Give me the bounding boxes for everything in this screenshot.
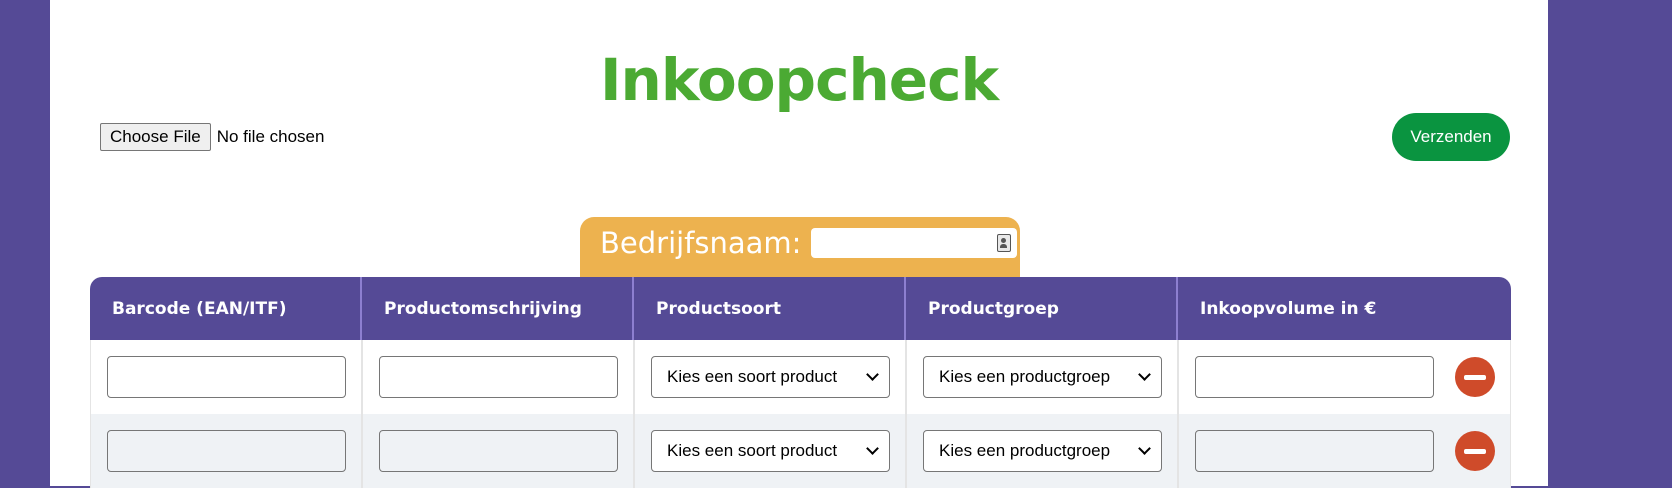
page-title: Inkoopcheck (599, 46, 999, 114)
company-input[interactable] (811, 228, 1018, 258)
choose-file-button[interactable]: Choose File (100, 123, 211, 151)
cell-description (363, 340, 635, 414)
cell-description (363, 414, 635, 488)
header-barcode: Barcode (EAN/ITF) (90, 277, 362, 340)
header-volume: Inkoopvolume in € (1200, 298, 1377, 319)
cell-product-group: Kies een productgroep (907, 340, 1179, 414)
product-type-value: Kies een soort product (667, 367, 838, 386)
cell-product-type: Kies een soort product (635, 414, 907, 488)
volume-input[interactable] (1195, 430, 1434, 472)
description-input[interactable] (379, 430, 618, 472)
cell-volume (1179, 414, 1510, 488)
cell-product-group: Kies een productgroep (907, 414, 1179, 488)
description-input[interactable] (379, 356, 618, 398)
header-description: Productomschrijving (362, 277, 634, 340)
volume-input[interactable] (1195, 356, 1434, 398)
submit-button[interactable]: Verzenden (1392, 113, 1510, 161)
product-group-value: Kies een productgroep (939, 367, 1111, 386)
company-field (811, 228, 1018, 258)
file-status: No file chosen (216, 127, 325, 146)
remove-row-button[interactable] (1455, 431, 1495, 471)
header-product-type: Productsoort (634, 277, 906, 340)
chevron-down-icon (866, 442, 879, 455)
chevron-down-icon (1138, 442, 1151, 455)
file-upload: Choose File No file chosen (100, 123, 324, 151)
barcode-input[interactable] (107, 356, 346, 398)
minus-icon (1464, 448, 1486, 454)
cell-product-type: Kies een soort product (635, 340, 907, 414)
remove-row-button[interactable] (1455, 357, 1495, 397)
product-type-select[interactable]: Kies een soort product (651, 430, 890, 472)
page-container: Inkoopcheck Choose File No file chosen V… (50, 0, 1548, 488)
chevron-down-icon (1138, 368, 1151, 381)
purchase-table: Barcode (EAN/ITF) Productomschrijving Pr… (90, 277, 1511, 488)
contact-card-icon[interactable] (997, 234, 1012, 252)
chevron-down-icon (866, 368, 879, 381)
header-product-group: Productgroep (906, 277, 1178, 340)
barcode-input[interactable] (107, 430, 346, 472)
product-type-value: Kies een soort product (667, 441, 838, 460)
company-label: Bedrijfsnaam: (600, 226, 802, 260)
cell-barcode (91, 414, 363, 488)
product-group-value: Kies een productgroep (939, 441, 1111, 460)
cell-barcode (91, 340, 363, 414)
product-group-select[interactable]: Kies een productgroep (923, 356, 1162, 398)
product-type-select[interactable]: Kies een soort product (651, 356, 890, 398)
product-group-select[interactable]: Kies een productgroep (923, 430, 1162, 472)
table-row: Kies een soort product Kies een productg… (90, 340, 1511, 414)
minus-icon (1464, 374, 1486, 380)
company-tab: Bedrijfsnaam: (580, 217, 1020, 279)
cell-volume (1179, 340, 1510, 414)
table-header: Barcode (EAN/ITF) Productomschrijving Pr… (90, 277, 1511, 340)
table-row: Kies een soort product Kies een productg… (90, 414, 1511, 488)
